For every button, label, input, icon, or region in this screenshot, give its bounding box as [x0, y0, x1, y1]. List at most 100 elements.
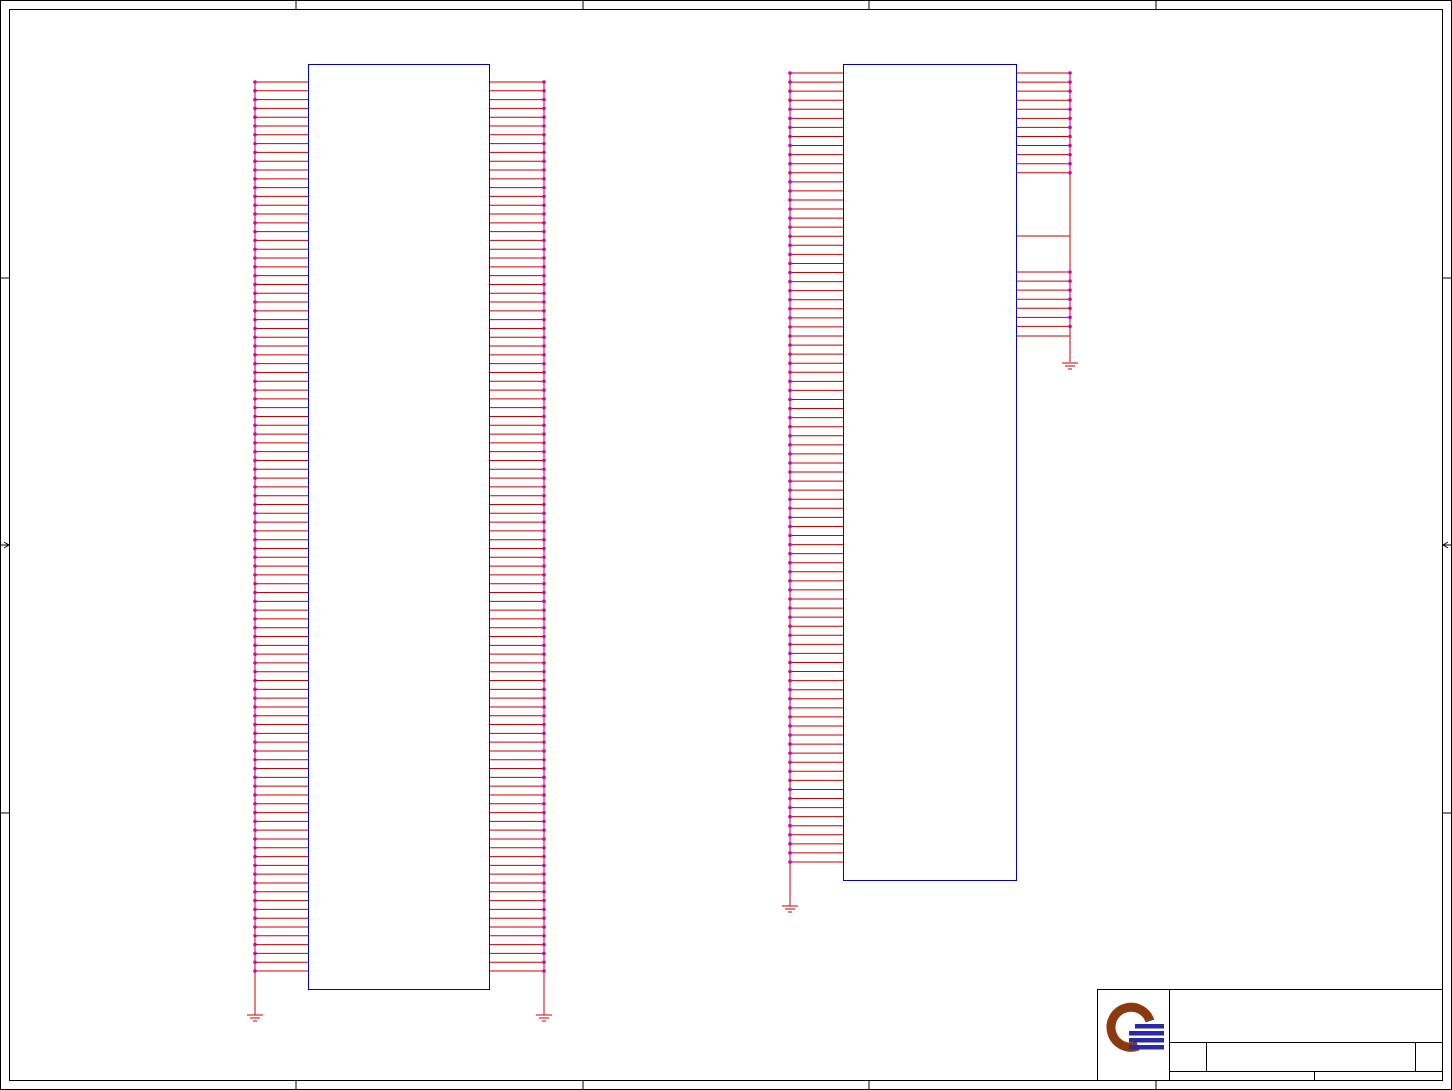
- junction-dot: [253, 502, 257, 507]
- junction-dot: [788, 252, 792, 257]
- junction-dot: [542, 344, 546, 348]
- junction-dot: [542, 529, 546, 533]
- junction-dot: [542, 397, 546, 401]
- junction-dot: [253, 740, 257, 744]
- junction-dot: [542, 256, 546, 260]
- junction-dot: [542, 89, 546, 93]
- junction-dot: [542, 643, 546, 648]
- junction-dot: [788, 325, 792, 329]
- junction-dot: [253, 793, 257, 797]
- junction-dot: [542, 177, 546, 181]
- junction-dot: [253, 185, 257, 190]
- junction-dot: [542, 159, 546, 164]
- junction-dot: [542, 581, 546, 586]
- junction-dot: [1068, 89, 1072, 93]
- junction-dot: [253, 889, 257, 894]
- junction-dot: [542, 573, 546, 577]
- junction-dot: [542, 194, 546, 199]
- junction-dot: [1068, 297, 1072, 302]
- junction-dot: [542, 317, 546, 322]
- junction-dot: [542, 933, 546, 938]
- junction-dot: [788, 152, 792, 157]
- junction-dot: [788, 80, 792, 84]
- junction-dot: [253, 828, 257, 832]
- junction-dot: [1068, 170, 1072, 175]
- junction-dot: [542, 687, 546, 692]
- junction-dot: [788, 769, 792, 774]
- junction-dot: [253, 537, 257, 542]
- junction-dot: [542, 810, 546, 815]
- junction-dot: [253, 590, 257, 595]
- junction-dot: [253, 819, 257, 824]
- junction-dot: [253, 845, 257, 850]
- junction-dot: [542, 265, 546, 269]
- junction-dot: [788, 370, 792, 375]
- junction-dot: [542, 432, 546, 436]
- junction-dot: [253, 265, 257, 269]
- junction-dot: [542, 185, 546, 190]
- logo-bar: [1135, 1024, 1164, 1029]
- junction-dot: [542, 106, 546, 111]
- junction-dot: [1068, 116, 1072, 121]
- junction-dot: [253, 784, 257, 788]
- junction-dot: [542, 837, 546, 841]
- junction-dot: [253, 441, 257, 445]
- junction-dot: [788, 143, 792, 148]
- junction-dot: [542, 80, 546, 84]
- junction-dot: [788, 533, 792, 538]
- junction-dot: [788, 406, 792, 411]
- junction-dot: [253, 581, 257, 586]
- junction-dot: [253, 652, 257, 656]
- junction-dot: [253, 379, 257, 384]
- junction-dot: [253, 361, 257, 366]
- junction-dot: [253, 177, 257, 181]
- junction-dot: [542, 203, 546, 208]
- junction-dot: [788, 352, 792, 356]
- junction-dot: [253, 485, 257, 489]
- junction-dot: [253, 564, 257, 568]
- junction-dot: [253, 678, 257, 683]
- junction-dot: [253, 625, 257, 630]
- junction-dot: [253, 696, 257, 700]
- junction-dot: [542, 247, 546, 252]
- junction-dot: [788, 261, 792, 266]
- junction-dot: [788, 842, 792, 846]
- junction-dot: [542, 617, 546, 621]
- junction-dot: [253, 203, 257, 208]
- junction-dot: [1068, 152, 1072, 157]
- junction-dot: [542, 916, 546, 920]
- title-block: [1097, 989, 1443, 1081]
- junction-dot: [788, 170, 792, 175]
- junction-dot: [542, 599, 546, 604]
- junction-dot: [788, 642, 792, 647]
- junction-dot: [542, 951, 546, 956]
- junction-dot: [253, 801, 257, 806]
- junction-dot: [542, 696, 546, 700]
- sheet-frame: [0, 0, 1452, 1090]
- junction-dot: [253, 520, 257, 524]
- junction-dot: [1068, 98, 1072, 103]
- junction-dot: [1068, 279, 1072, 283]
- junction-dot: [253, 388, 257, 392]
- junction-dot: [542, 828, 546, 832]
- junction-dot: [542, 282, 546, 287]
- junction-dot: [788, 198, 792, 202]
- junction-dot: [253, 414, 257, 419]
- junction-dot: [253, 687, 257, 692]
- junction-dot: [253, 432, 257, 436]
- junction-dot: [542, 740, 546, 744]
- junction-dot: [1068, 161, 1072, 166]
- junction-dot: [542, 493, 546, 498]
- junction-dot: [788, 470, 792, 474]
- junction-dot: [542, 291, 546, 296]
- junction-dot: [253, 150, 257, 155]
- junction-dot: [542, 590, 546, 595]
- junction-dot: [253, 898, 257, 903]
- junction-dot: [253, 344, 257, 348]
- junction-dot: [253, 555, 257, 560]
- junction-dot: [542, 441, 546, 445]
- junction-dot: [253, 810, 257, 815]
- junction-dot: [253, 731, 257, 736]
- junction-dot: [253, 168, 257, 172]
- junction-dot: [1068, 324, 1072, 329]
